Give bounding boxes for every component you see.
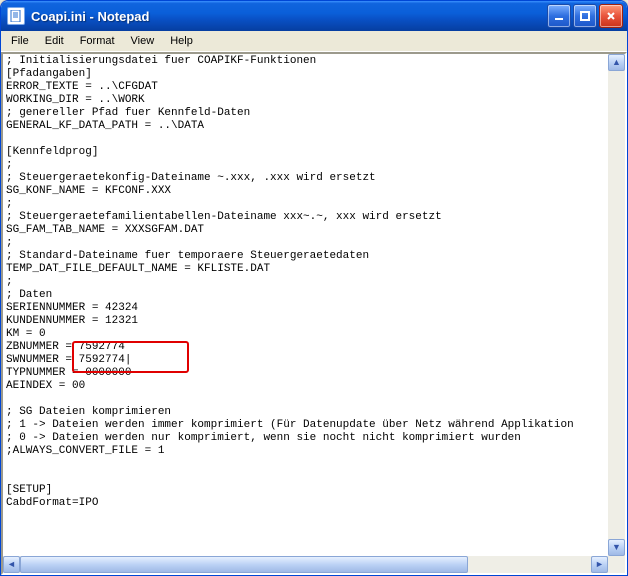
titlebar[interactable]: Coapi.ini - Notepad — [1, 1, 627, 31]
menu-file[interactable]: File — [3, 33, 37, 49]
minimize-button[interactable] — [547, 4, 571, 28]
horizontal-scrollbar[interactable]: ◄ ► — [3, 556, 608, 573]
scrollbar-corner — [608, 556, 625, 573]
scroll-left-button[interactable]: ◄ — [3, 556, 20, 573]
horizontal-scroll-thumb[interactable] — [20, 556, 468, 573]
menu-view[interactable]: View — [123, 33, 163, 49]
window-frame: Coapi.ini - Notepad File Edit Format Vie… — [0, 0, 628, 576]
scroll-up-button[interactable]: ▲ — [608, 54, 625, 71]
editor-frame: ; Initialisierungsdatei fuer COAPIKF-Fun… — [1, 52, 627, 575]
scroll-down-button[interactable]: ▼ — [608, 539, 625, 556]
vertical-scrollbar[interactable]: ▲ ▼ — [608, 54, 625, 556]
menu-edit[interactable]: Edit — [37, 33, 72, 49]
scroll-right-button[interactable]: ► — [591, 556, 608, 573]
text-editor[interactable]: ; Initialisierungsdatei fuer COAPIKF-Fun… — [3, 54, 608, 511]
window-buttons — [547, 4, 623, 28]
menu-help[interactable]: Help — [162, 33, 201, 49]
menu-format[interactable]: Format — [72, 33, 123, 49]
menubar: File Edit Format View Help — [1, 31, 627, 52]
maximize-button[interactable] — [573, 4, 597, 28]
notepad-icon — [7, 7, 25, 25]
close-button[interactable] — [599, 4, 623, 28]
editor-viewport: ; Initialisierungsdatei fuer COAPIKF-Fun… — [3, 54, 608, 556]
window-title: Coapi.ini - Notepad — [31, 9, 547, 24]
